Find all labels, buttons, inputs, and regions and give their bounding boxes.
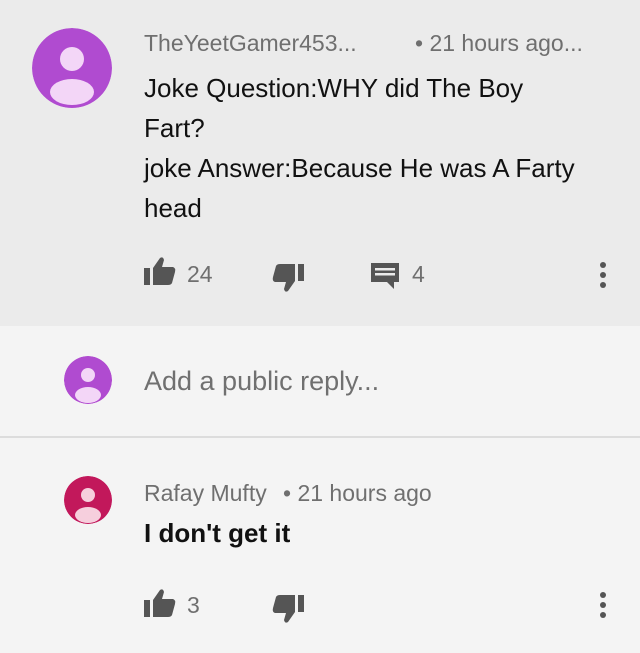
divider bbox=[0, 436, 640, 438]
add-reply-input[interactable]: Add a public reply... bbox=[144, 366, 379, 397]
person-icon bbox=[32, 28, 112, 108]
reply-timestamp: • 21 hours ago bbox=[283, 480, 432, 506]
like-button[interactable] bbox=[144, 256, 176, 286]
reply-menu-button[interactable] bbox=[598, 592, 608, 622]
reply-body: I don't get it bbox=[144, 518, 291, 548]
thumbs-down-icon bbox=[272, 595, 304, 623]
comment-body: Joke Question:WHY did The Boy Fart? joke… bbox=[144, 68, 575, 228]
more-vert-icon bbox=[600, 602, 606, 608]
commenter-avatar[interactable] bbox=[32, 28, 112, 108]
more-vert-icon bbox=[600, 592, 606, 598]
thumbs-down-icon bbox=[272, 264, 304, 292]
comment-body-line: joke Answer:Because He was A Farty bbox=[144, 153, 575, 183]
more-vert-icon bbox=[600, 612, 606, 618]
reply-author-avatar[interactable] bbox=[64, 476, 112, 524]
comment-body-line: Joke Question:WHY did The Boy bbox=[144, 73, 524, 103]
like-count: 24 bbox=[187, 261, 213, 287]
comment-author[interactable]: TheYeetGamer453... bbox=[144, 30, 357, 57]
thumbs-up-icon bbox=[144, 589, 176, 617]
comment-menu-button[interactable] bbox=[598, 262, 608, 292]
reply-count: 4 bbox=[412, 261, 425, 287]
reply-dislike-button[interactable] bbox=[272, 594, 304, 624]
dislike-button[interactable] bbox=[272, 263, 304, 293]
current-user-avatar bbox=[64, 356, 112, 404]
more-vert-icon bbox=[600, 282, 606, 288]
more-vert-icon bbox=[600, 262, 606, 268]
comment-icon bbox=[371, 263, 399, 289]
person-icon bbox=[64, 476, 112, 524]
comment-card: TheYeetGamer453... • 21 hours ago... Jok… bbox=[0, 0, 640, 326]
thumbs-up-icon bbox=[144, 257, 176, 285]
reply-author[interactable]: Rafay Mufty bbox=[144, 480, 267, 507]
person-icon bbox=[64, 356, 112, 404]
more-vert-icon bbox=[600, 272, 606, 278]
reply-like-button[interactable] bbox=[144, 588, 176, 618]
reply-like-count: 3 bbox=[187, 592, 200, 618]
comment-timestamp: • 21 hours ago... bbox=[415, 30, 583, 56]
comment-body-line: head bbox=[144, 193, 202, 223]
comment-body-line: Fart? bbox=[144, 113, 205, 143]
replies-button[interactable] bbox=[370, 262, 400, 290]
